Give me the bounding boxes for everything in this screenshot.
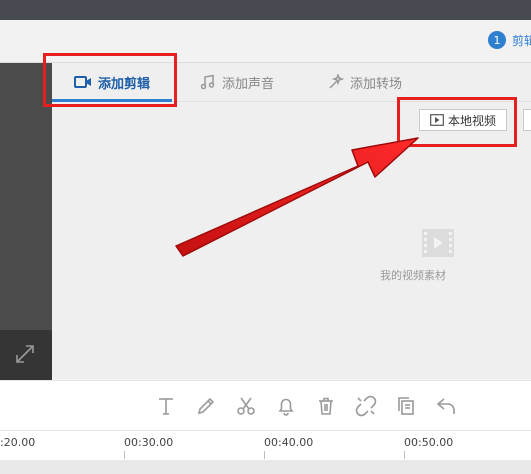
timeline-tickmark bbox=[404, 451, 405, 459]
tab-add-transition-label: 添加转场 bbox=[350, 76, 403, 92]
notice-link[interactable]: 1 剪辑 bbox=[488, 31, 531, 49]
music-note-icon bbox=[200, 74, 216, 90]
secondary-import-button[interactable] bbox=[523, 109, 531, 131]
timeline-tickmark bbox=[124, 451, 125, 459]
empty-media-label: 我的视频素材 bbox=[380, 269, 446, 282]
scissors-icon[interactable] bbox=[235, 395, 257, 417]
film-icon bbox=[422, 229, 454, 257]
timeline-tick: 00:40.00 bbox=[264, 436, 314, 449]
bell-icon[interactable] bbox=[275, 395, 297, 417]
undo-icon[interactable] bbox=[435, 395, 457, 417]
highlight-box-button bbox=[397, 97, 517, 147]
unlink-icon[interactable] bbox=[355, 395, 377, 417]
timeline-ruler[interactable]: :20.00 00:30.00 00:40.00 00:50.00 bbox=[0, 430, 531, 474]
timeline-tick: 00:30.00 bbox=[124, 436, 174, 449]
timeline-track[interactable] bbox=[0, 460, 531, 474]
notice-text: 剪辑 bbox=[512, 33, 531, 48]
text-icon[interactable] bbox=[155, 395, 177, 417]
edit-toolbar bbox=[0, 380, 531, 431]
tab-add-transition[interactable]: 添加转场 bbox=[328, 63, 402, 101]
highlight-box-tab bbox=[43, 53, 177, 107]
transition-star-icon bbox=[328, 74, 344, 90]
timeline-tick: 00:50.00 bbox=[404, 436, 454, 449]
timeline-tick: :20.00 bbox=[0, 436, 36, 449]
window-titlebar bbox=[0, 0, 531, 20]
copy-icon[interactable] bbox=[395, 395, 417, 417]
notice-count-badge: 1 bbox=[488, 31, 506, 49]
fullscreen-icon[interactable] bbox=[14, 343, 36, 365]
pencil-icon[interactable] bbox=[195, 395, 217, 417]
tab-add-audio-label: 添加声音 bbox=[222, 76, 275, 92]
timeline-tickmark bbox=[264, 451, 265, 459]
trash-icon[interactable] bbox=[315, 395, 337, 417]
tab-add-audio[interactable]: 添加声音 bbox=[200, 63, 274, 101]
